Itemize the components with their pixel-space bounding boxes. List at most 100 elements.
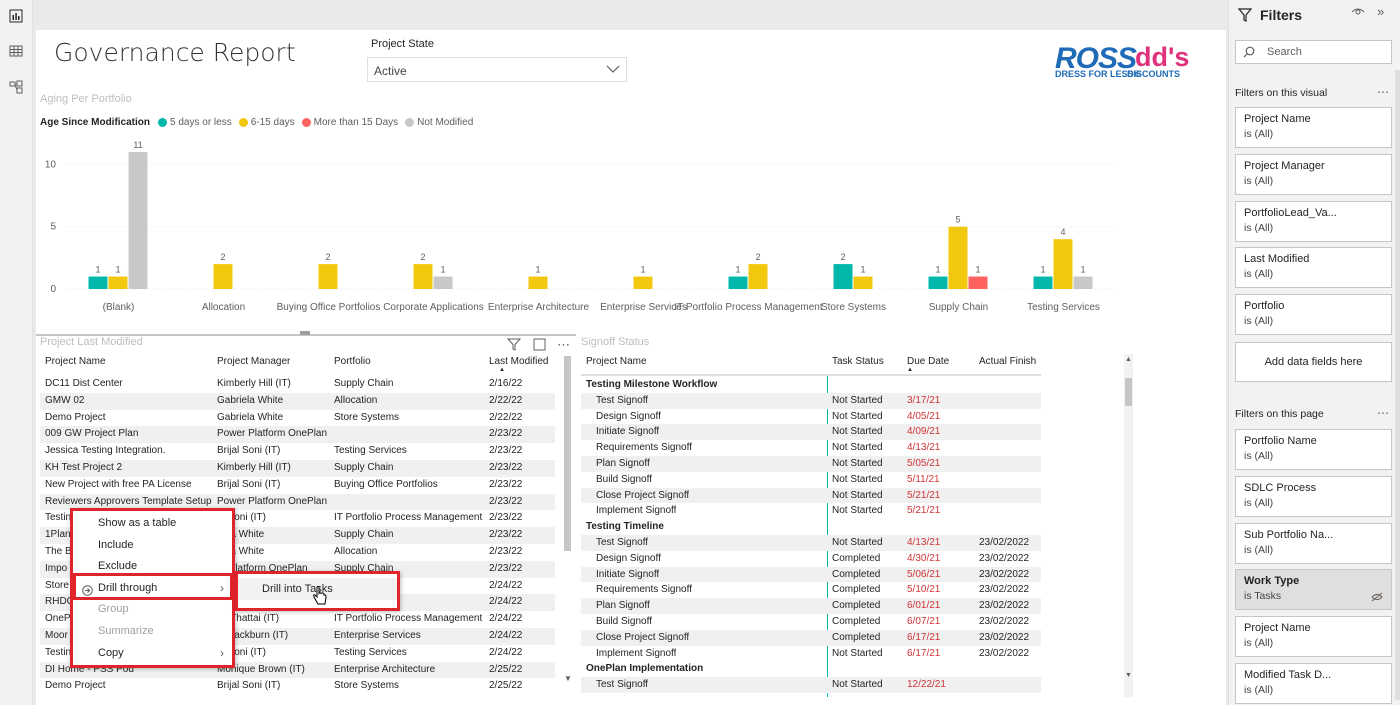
table-row[interactable]: Plan Signoff Completed 6/01/21 23/02/2022 [581,598,1041,614]
table-row[interactable]: Demo Project Brijal Soni (IT) Store System… [40,678,555,695]
legend-item[interactable]: Not Modified [405,117,473,128]
filters-title: Filters [1260,7,1303,23]
table-cell: Testing Services [334,646,407,658]
column-header[interactable]: Last Modified [489,356,548,367]
table-row[interactable]: GMW 02 Gabriela White Allocation 2/22/22 [40,392,555,410]
filter-card[interactable]: Portfolio is (All) [1235,294,1392,336]
filters-search-input[interactable]: Search [1235,40,1392,64]
context-menu-item[interactable]: Include [73,535,232,556]
column-header[interactable]: Project Manager [217,356,290,367]
scroll-down-icon[interactable]: ▼ [1125,672,1132,679]
context-menu-item[interactable]: Show as a table [73,513,232,534]
bar[interactable] [318,264,338,289]
table-row[interactable]: Design Signoff Completed 4/30/21 23/02/2022 [581,551,1041,567]
collapse-pane-icon[interactable]: » [1377,4,1384,19]
bar[interactable] [128,152,148,289]
bar[interactable] [728,276,748,289]
table-row[interactable]: Initiate Signoff Completed 5/06/21 23/02/20… [581,566,1041,583]
table-row[interactable]: Build Signoff Not Started 5/11/21 [581,472,1041,488]
group-row[interactable]: OnePlan Implementation [581,661,1041,678]
filters-scrollbar[interactable] [1395,70,1400,700]
table-row[interactable]: Demo Project Gabriela White Store Systems 2… [40,410,555,427]
more-options-icon[interactable]: ⋯ [1377,85,1389,99]
bar[interactable] [1073,276,1093,289]
filter-card[interactable]: Modified Task D... is (All) [1235,663,1392,704]
bar[interactable] [413,264,433,289]
filter-card[interactable]: Project Manager is (All) [1235,153,1392,195]
bar[interactable] [948,226,968,289]
more-options-icon[interactable]: ⋯ [557,337,570,353]
actual-finish-cell: 23/02/2022 [979,600,1030,612]
eye-icon[interactable] [1351,6,1365,21]
bar[interactable] [968,276,988,289]
bar[interactable] [853,276,873,289]
bar[interactable] [528,276,548,289]
column-header[interactable]: Due Date [907,356,949,367]
group-row[interactable]: Testing Milestone Workflow [581,377,1041,394]
table-row[interactable]: Design Signoff Not Started 4/05/21 [581,409,1041,425]
filter-card[interactable]: Work Type is Tasks [1235,569,1392,611]
table-row[interactable]: DC11 Dist Center Kimberly Hill (IT) Supply… [40,376,555,393]
more-options-icon[interactable]: ⋯ [1377,406,1389,420]
filter-card[interactable]: PortfolioLead_Va... is (All) [1235,200,1392,242]
bar[interactable] [88,276,108,289]
bar[interactable] [1053,239,1073,289]
bar[interactable] [928,276,948,289]
aging-bar-chart[interactable]: 05101 111(Blank)2Allocation2Buying Office… [36,135,1126,335]
filter-card[interactable]: Sub Portfolio Na... is (All) [1235,522,1392,564]
legend-item[interactable]: 6-15 days [238,117,295,128]
column-header[interactable]: Actual Finish [979,356,1036,367]
bar[interactable] [433,276,453,289]
table-cell: Supply Chain [334,462,394,473]
table-row[interactable]: New Project with free PA License Brijal S… [40,477,555,494]
table-row[interactable]: Plan Signoff Not Started 5/05/21 [581,456,1041,472]
scroll-down-icon[interactable]: ▼ [564,674,572,683]
hidden-eye-icon[interactable] [1371,592,1383,605]
project-state-dropdown[interactable]: Active [367,57,627,82]
table-row[interactable]: Test Signoff Not Started 4/13/21 23/02/2022 [581,535,1041,551]
data-view-icon[interactable] [6,41,26,61]
column-header[interactable]: Portfolio [334,356,371,367]
resize-handle[interactable] [300,331,310,335]
signoff-scrollbar[interactable] [1125,378,1132,406]
add-data-fields-well[interactable]: Add data fields here [1235,342,1392,382]
filter-card[interactable]: SDLC Process is (All) [1235,475,1392,517]
filter-card[interactable]: Project Name is (All) [1235,616,1392,658]
filter-card[interactable]: Portfolio Name is (All) [1235,429,1392,470]
group-row[interactable]: Testing Timeline [581,519,1041,536]
context-menu-item[interactable]: Copy › [73,643,232,664]
sort-icon: ▲ [907,367,913,373]
bar[interactable] [213,264,233,289]
filter-card[interactable]: Project Name is (All) [1235,107,1392,148]
column-header[interactable]: Task Status [832,356,884,367]
chevron-down-icon [606,63,620,78]
context-menu-label: Group [98,603,129,616]
table-row[interactable]: Requirements Signoff Completed 5/10/21 23/0… [581,582,1041,598]
table-row[interactable]: Close Project Signoff Not Started 5/21/21 [581,487,1041,504]
table-scrollbar[interactable] [564,356,571,551]
bar[interactable] [833,264,853,289]
bar[interactable] [1033,276,1053,289]
table-row[interactable]: Jessica Testing Integration. Brijal Soni … [40,443,555,460]
table-row[interactable]: Test Signoff Not Started 12/22/21 [581,677,1041,693]
table-row[interactable]: KH Test Project 2 Kimberly Hill (IT) Suppl… [40,460,555,477]
table-row[interactable]: Requirements Signoff Not Started 4/13/21 [581,440,1041,456]
table-row[interactable]: 009 GW Project Plan Power Platform OnePla… [40,426,555,444]
column-header[interactable]: Project Name [586,356,647,367]
table-row[interactable]: Build Signoff Completed 6/07/21 23/02/2022 [581,614,1041,630]
legend-item[interactable]: More than 15 Days [301,117,398,128]
scroll-up-icon[interactable]: ▲ [1125,356,1132,363]
table-row[interactable]: Implement Signoff Not Started 5/21/21 [581,503,1041,519]
bar[interactable] [748,264,768,289]
table-row[interactable]: Initiate Signoff Not Started 4/09/21 [581,424,1041,441]
table-row[interactable]: Close Project Signoff Completed 6/17/21 23/… [581,629,1041,646]
report-view-icon[interactable] [6,6,26,26]
table-row[interactable]: Implement Signoff Not Started 6/17/21 23/02… [581,646,1041,662]
table-row[interactable]: Test Signoff Not Started 3/17/21 [581,392,1041,409]
filter-card[interactable]: Last Modified is (All) [1235,247,1392,289]
legend-item[interactable]: 5 days or less [158,117,232,128]
model-view-icon[interactable] [6,77,26,97]
column-header[interactable]: Project Name [45,356,106,367]
bar[interactable] [108,276,128,289]
bar[interactable] [633,276,653,289]
